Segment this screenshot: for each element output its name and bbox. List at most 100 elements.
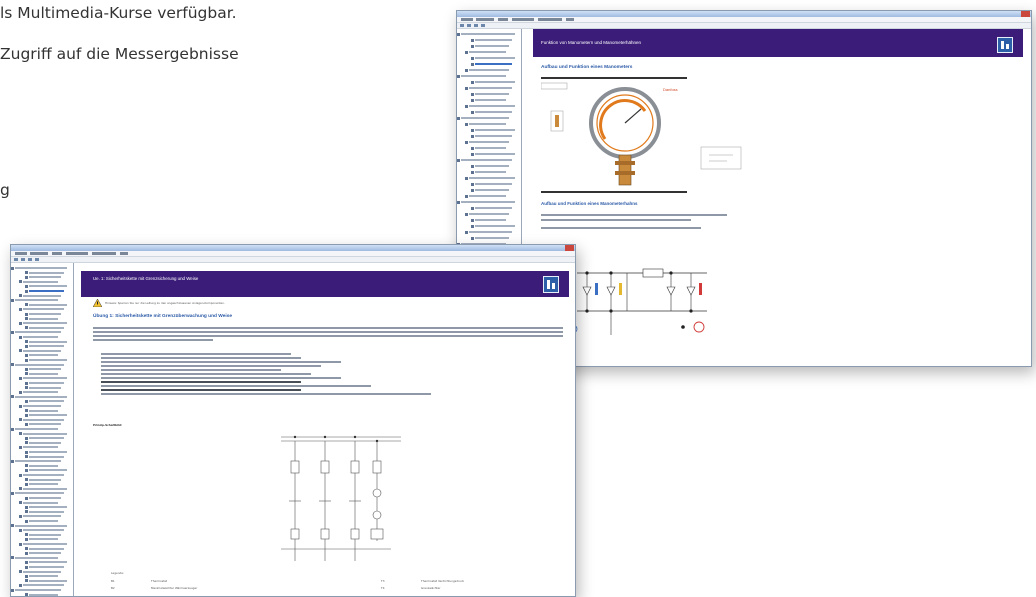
tree-item[interactable] <box>29 552 61 555</box>
tree-item[interactable] <box>469 213 509 215</box>
tree-item[interactable] <box>29 290 64 292</box>
front-tool-home-icon[interactable] <box>28 258 32 261</box>
tree-item[interactable] <box>15 589 61 591</box>
back-menu-tools[interactable] <box>538 18 562 21</box>
tree-item[interactable] <box>29 497 61 499</box>
tree-item[interactable] <box>23 487 67 490</box>
tree-item[interactable] <box>469 195 506 197</box>
front-menu-edit[interactable] <box>30 252 48 255</box>
tree-item[interactable] <box>469 123 506 125</box>
tree-item[interactable] <box>29 326 64 329</box>
tree-item[interactable] <box>469 69 509 71</box>
tree-item[interactable] <box>23 529 64 532</box>
tree-item[interactable] <box>475 111 512 113</box>
tree-item[interactable] <box>475 171 506 173</box>
tree-item[interactable] <box>29 285 67 288</box>
tree-item[interactable] <box>29 423 61 426</box>
tree-item[interactable] <box>461 117 509 119</box>
tree-item[interactable] <box>469 177 515 179</box>
tree-item[interactable] <box>29 359 67 361</box>
tree-item[interactable] <box>23 322 67 325</box>
tree-item[interactable] <box>23 294 61 297</box>
tree-item[interactable] <box>15 331 61 334</box>
tree-item[interactable] <box>469 141 509 143</box>
front-tool-print-icon[interactable] <box>35 258 39 261</box>
tree-item[interactable] <box>475 219 506 221</box>
tree-item[interactable] <box>475 99 506 101</box>
tree-item[interactable] <box>475 225 515 227</box>
tree-item[interactable] <box>29 561 67 564</box>
tree-item[interactable] <box>23 474 64 476</box>
tree-item[interactable] <box>469 105 515 107</box>
tree-item[interactable] <box>29 368 61 371</box>
tree-item[interactable] <box>29 478 61 481</box>
tree-item[interactable] <box>475 63 512 65</box>
front-tool-forward-icon[interactable] <box>21 258 25 261</box>
tree-item[interactable] <box>15 428 58 430</box>
back-menu-extras[interactable] <box>512 18 534 21</box>
tree-item[interactable] <box>475 39 512 41</box>
back-tool-home-icon[interactable] <box>474 24 478 27</box>
front-menu-view[interactable] <box>52 252 62 255</box>
tree-item[interactable] <box>29 575 58 578</box>
tree-item[interactable] <box>475 129 515 131</box>
tree-item[interactable] <box>29 317 58 320</box>
back-tool-back-icon[interactable] <box>460 24 464 27</box>
tree-item[interactable] <box>23 501 58 504</box>
back-menu-view[interactable] <box>498 18 508 21</box>
tree-item[interactable] <box>475 183 512 185</box>
tree-item[interactable] <box>15 460 61 463</box>
tree-item[interactable] <box>29 382 64 384</box>
tree-item[interactable] <box>23 543 67 545</box>
tree-item[interactable] <box>29 533 61 536</box>
tree-item[interactable] <box>475 45 509 47</box>
front-navigation-tree[interactable] <box>11 263 74 596</box>
tree-item[interactable] <box>29 538 58 541</box>
tree-item[interactable] <box>475 147 506 149</box>
back-tool-forward-icon[interactable] <box>467 24 471 27</box>
tree-item[interactable] <box>29 276 61 279</box>
back-tool-print-icon[interactable] <box>481 24 485 27</box>
tree-item[interactable] <box>29 593 58 596</box>
tree-item[interactable] <box>23 349 61 352</box>
tree-item[interactable] <box>461 33 515 35</box>
tree-item[interactable] <box>23 336 58 338</box>
tree-item[interactable] <box>15 395 67 398</box>
tree-item[interactable] <box>29 455 64 458</box>
tree-item[interactable] <box>469 231 512 233</box>
tree-item[interactable] <box>29 386 61 389</box>
tree-item[interactable] <box>15 556 58 559</box>
tree-item[interactable] <box>475 237 509 239</box>
tree-item[interactable] <box>29 437 64 440</box>
tree-item[interactable] <box>23 432 67 435</box>
tree-item[interactable] <box>23 377 67 380</box>
tree-item[interactable] <box>15 363 64 366</box>
front-menu-help[interactable] <box>120 252 128 255</box>
tree-item[interactable] <box>29 464 58 467</box>
tree-item[interactable] <box>23 405 61 407</box>
tree-item[interactable] <box>23 308 64 311</box>
tree-item[interactable] <box>29 340 67 343</box>
tree-item[interactable] <box>29 303 67 306</box>
tree-item[interactable] <box>29 400 64 403</box>
tree-item[interactable] <box>475 93 509 95</box>
tree-item[interactable] <box>29 579 67 582</box>
tree-item[interactable] <box>469 87 512 89</box>
tree-item[interactable] <box>475 81 515 83</box>
tree-item[interactable] <box>15 299 58 302</box>
back-menu-file[interactable] <box>461 18 473 21</box>
tree-item[interactable] <box>461 159 512 161</box>
tree-item[interactable] <box>15 267 67 269</box>
tree-item[interactable] <box>475 153 515 155</box>
tree-item[interactable] <box>29 414 67 417</box>
tree-item[interactable] <box>475 135 512 137</box>
tree-item[interactable] <box>23 391 58 394</box>
tree-item[interactable] <box>15 524 67 527</box>
tree-item[interactable] <box>29 313 61 315</box>
tree-item[interactable] <box>23 418 64 421</box>
tree-item[interactable] <box>29 354 58 357</box>
tree-item[interactable] <box>29 547 64 550</box>
tree-item[interactable] <box>461 201 515 203</box>
tree-item[interactable] <box>23 584 64 587</box>
front-menu-file[interactable] <box>15 252 27 255</box>
